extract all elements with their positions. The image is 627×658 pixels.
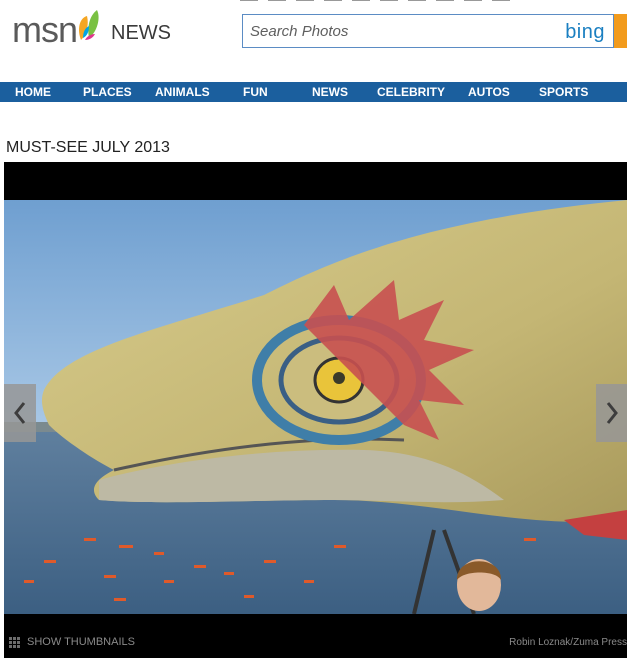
top-link-strip: [240, 0, 627, 6]
msn-logo-text: msn: [12, 9, 78, 50]
nav-item-fun[interactable]: FUN: [243, 85, 268, 99]
next-photo-button[interactable]: [596, 384, 627, 442]
photo-viewer: [4, 162, 627, 658]
chevron-left-icon: [14, 402, 26, 424]
gallery-photo: [4, 200, 627, 614]
msn-news-logo[interactable]: msn NEWS: [12, 8, 171, 48]
nav-item-celebrity[interactable]: CELEBRITY: [377, 85, 445, 99]
bing-logo-text: bing: [565, 21, 605, 43]
previous-photo-button[interactable]: [4, 384, 36, 442]
nav-item-sports[interactable]: SPORTS: [539, 85, 588, 99]
gallery-title: MUST-SEE JULY 2013: [6, 139, 170, 156]
nav-item-home[interactable]: HOME: [15, 85, 51, 99]
nav-item-places[interactable]: PLACES: [83, 85, 132, 99]
search-go-button[interactable]: [614, 14, 627, 48]
photo-footer-bar: SHOW THUMBNAILS Robin Loznak/Zuma Press: [4, 628, 627, 658]
search-box: bing: [242, 14, 614, 48]
header: msn NEWS bing: [0, 0, 627, 80]
photo-credit: Robin Loznak/Zuma Press: [509, 637, 627, 648]
search-input[interactable]: [243, 15, 543, 47]
main-nav: HOME PLACES ANIMALS FUN NEWS CELEBRITY A…: [0, 82, 627, 102]
msn-news-page: msn NEWS bing HOME PLACES ANIMALS FUN NE…: [0, 0, 627, 658]
nav-item-news[interactable]: NEWS: [312, 85, 348, 99]
grid-icon: [9, 636, 20, 648]
show-thumbnails-label: SHOW THUMBNAILS: [27, 636, 135, 648]
news-section-label: NEWS: [111, 22, 172, 44]
msn-butterfly-icon: [75, 8, 103, 42]
bing-search-button[interactable]: bing: [565, 21, 605, 44]
chevron-right-icon: [606, 402, 618, 424]
nav-item-autos[interactable]: AUTOS: [468, 85, 510, 99]
nav-item-animals[interactable]: ANIMALS: [155, 85, 210, 99]
show-thumbnails-button[interactable]: SHOW THUMBNAILS: [9, 636, 135, 648]
